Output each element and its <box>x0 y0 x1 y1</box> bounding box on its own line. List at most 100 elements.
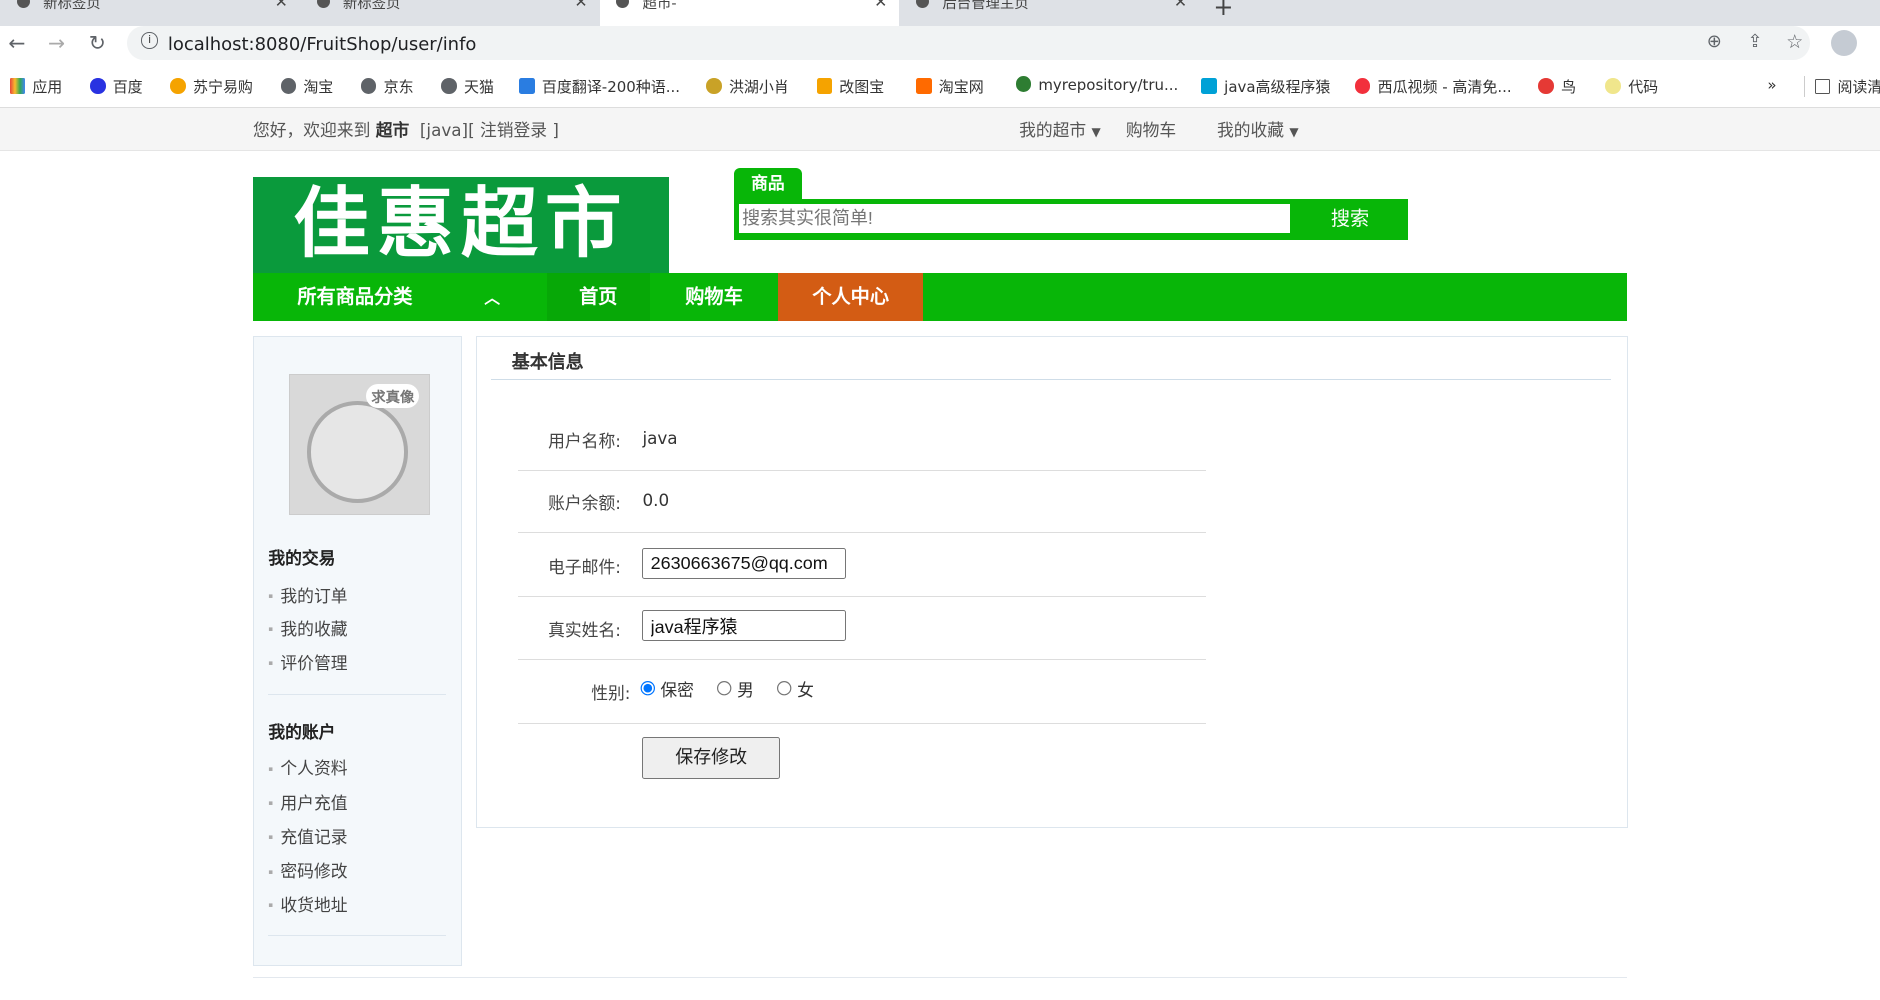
radio[interactable] <box>776 680 793 697</box>
bookmark-item[interactable]: 代码 <box>1605 76 1658 97</box>
bookmark-item[interactable]: 京东 <box>360 76 414 97</box>
star-icon[interactable]: ☆ <box>1786 30 1803 53</box>
apps-icon <box>9 78 26 94</box>
caret-down-icon: ▼ <box>1289 125 1299 140</box>
taobao-icon <box>916 78 932 94</box>
greeting: 您好，欢迎来到 超市 [java][ 注销登录 ] <box>252 120 559 141</box>
gender-radio-male[interactable]: 男 <box>716 677 754 701</box>
info-icon[interactable]: i <box>141 32 158 49</box>
search-input[interactable] <box>738 203 1291 233</box>
bookmark-item[interactable]: myrepository/tru... <box>1015 76 1178 94</box>
divider <box>268 935 446 937</box>
logout-link[interactable]: [ 注销登录 ] <box>468 120 559 140</box>
new-tab-icon[interactable]: + <box>1213 0 1233 21</box>
avatar[interactable]: 求真像 <box>288 373 430 515</box>
email-field[interactable] <box>642 547 847 579</box>
baidu-icon <box>89 78 106 94</box>
nav-personal-center[interactable]: 个人中心 <box>778 273 924 322</box>
balance-label: 账户余额: <box>548 493 621 514</box>
zoom-icon[interactable]: ⊕ <box>1707 31 1722 52</box>
balance-value: 0.0 <box>642 490 670 511</box>
bookmark-item[interactable]: 应用 <box>9 76 62 97</box>
back-icon[interactable]: ← <box>8 31 25 55</box>
my-shop-menu[interactable]: 我的超市 ▼ <box>1019 117 1101 141</box>
bookmarks-bar: 应用 百度 苏宁易购 淘宝 京东 天猫 百度翻译-200种语... 洪湖小肖 改… <box>0 67 1880 106</box>
bookmark-item[interactable]: 西瓜视频 - 高清免... <box>1354 76 1512 97</box>
close-icon[interactable]: ✕ <box>1174 0 1187 9</box>
divider <box>517 659 1206 661</box>
browser-tab[interactable]: 新标签页 ✕ <box>300 0 600 26</box>
share-icon[interactable]: ⇪ <box>1747 31 1762 52</box>
bookmark-item[interactable]: 淘宝 <box>280 76 333 97</box>
radio[interactable] <box>640 680 656 697</box>
globe-icon <box>280 78 297 94</box>
browser-tab-active[interactable]: 超市- ✕ <box>599 0 900 27</box>
gaitubao-icon <box>816 78 833 94</box>
chevron-up-icon: ︿ <box>484 289 500 308</box>
bookmark-item[interactable]: 百度翻译-200种语... <box>519 76 680 97</box>
close-icon[interactable]: ✕ <box>574 0 587 9</box>
reading-list-button[interactable]: 阅读清 <box>1804 75 1880 97</box>
search-button[interactable]: 搜索 <box>1293 199 1408 240</box>
nav-all-categories[interactable]: 所有商品分类 ︿ <box>253 273 544 321</box>
save-button[interactable]: 保存修改 <box>642 737 780 779</box>
tab-label: 后台管理主页 <box>942 0 1029 12</box>
divider <box>517 532 1206 534</box>
username-label: 用户名称: <box>548 430 621 451</box>
close-icon[interactable]: ✕ <box>275 0 288 9</box>
sidebar-item-favorites[interactable]: 我的收藏 <box>268 616 347 640</box>
globe-icon <box>616 0 630 9</box>
section-title-account: 我的账户 <box>268 722 336 743</box>
sidebar: 求真像 我的交易 我的订单 我的收藏 评价管理 我的账户 个人资料 用户充值 充… <box>252 335 463 966</box>
url-field[interactable]: i localhost:8080/FruitShop/user/info ⊕ ⇪… <box>127 26 1811 60</box>
radio[interactable] <box>716 680 733 697</box>
bookmark-item[interactable]: 天猫 <box>441 76 494 97</box>
chrome-icon <box>1015 76 1032 92</box>
section-title-trades: 我的交易 <box>268 548 336 569</box>
forward-icon[interactable]: → <box>48 31 65 55</box>
nav-home[interactable]: 首页 <box>546 273 650 322</box>
footer-divider <box>252 977 1628 979</box>
bookmark-item[interactable]: 鸟 <box>1538 76 1576 97</box>
gender-radio-female[interactable]: 女 <box>776 677 814 701</box>
bookmark-item[interactable]: 苏宁易购 <box>170 76 253 97</box>
realname-label: 真实姓名: <box>548 620 621 641</box>
search-bar: 搜索 <box>733 199 1408 240</box>
search-tab-products[interactable]: 商品 <box>733 167 803 201</box>
bookmark-item[interactable]: 洪湖小肖 <box>706 76 789 97</box>
profile-avatar-icon[interactable] <box>1830 29 1858 57</box>
translate-icon <box>519 78 535 94</box>
reading-list-icon <box>1815 78 1831 94</box>
shop-logo[interactable]: 佳惠超市 <box>252 177 670 274</box>
globe-icon <box>16 0 30 9</box>
sidebar-item-recharge-history[interactable]: 充值记录 <box>268 824 347 848</box>
nav-cart[interactable]: 购物车 <box>652 273 775 321</box>
bookmark-item[interactable]: java高级程序猿 <box>1201 76 1330 97</box>
sidebar-item-recharge[interactable]: 用户充值 <box>268 790 347 814</box>
bookmark-item[interactable]: 改图宝 <box>816 76 884 97</box>
gender-label: 性别: <box>591 682 631 703</box>
bookmark-item[interactable]: 淘宝网 <box>916 76 984 97</box>
suning-icon <box>170 78 186 94</box>
bilibili-icon <box>1201 78 1217 94</box>
sidebar-item-profile[interactable]: 个人资料 <box>268 755 347 779</box>
bookmark-item[interactable]: 百度 <box>89 76 143 97</box>
reload-icon[interactable]: ↻ <box>89 31 106 55</box>
realname-field[interactable] <box>642 610 847 642</box>
gender-radio-secret[interactable]: 保密 <box>640 677 694 701</box>
divider <box>517 722 1206 724</box>
tab-label: 超市- <box>642 0 677 12</box>
main-nav: 所有商品分类 ︿ 首页 购物车 个人中心 <box>252 273 1628 322</box>
globe-icon <box>316 0 330 9</box>
cart-link[interactable]: 购物车 <box>1126 117 1176 141</box>
browser-tab[interactable]: 新标签页 ✕ <box>0 0 300 26</box>
sidebar-item-orders[interactable]: 我的订单 <box>268 583 347 607</box>
favorites-menu[interactable]: 我的收藏 ▼ <box>1217 117 1299 141</box>
sidebar-item-reviews[interactable]: 评价管理 <box>268 650 347 674</box>
bookmarks-overflow-button[interactable]: » <box>1767 76 1776 94</box>
url-text: localhost:8080/FruitShop/user/info <box>167 33 477 55</box>
sidebar-item-change-password[interactable]: 密码修改 <box>268 858 347 882</box>
sidebar-item-addresses[interactable]: 收货地址 <box>268 892 347 916</box>
close-icon[interactable]: ✕ <box>874 0 887 9</box>
browser-tab[interactable]: 后台管理主页 ✕ <box>899 0 1199 26</box>
